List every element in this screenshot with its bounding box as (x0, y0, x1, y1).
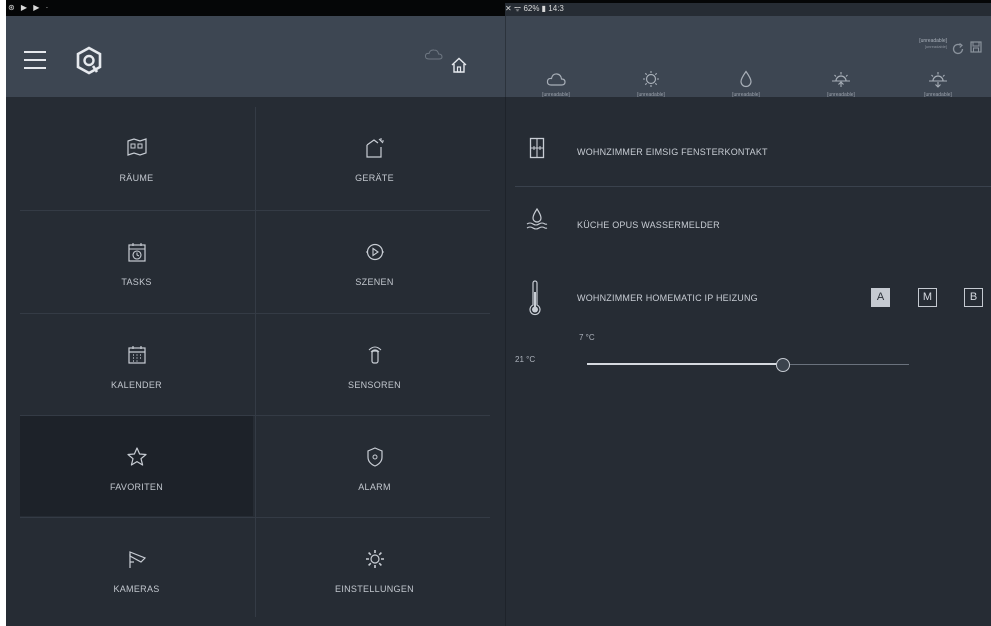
status-bar: ⊛ ▶ ▶ · ✕ ᯤ 62% ▮ 14:3 (6, 0, 991, 532)
sunrise-icon (832, 72, 850, 87)
scenes-icon (365, 243, 384, 261)
tile-label: KALENDER (111, 380, 162, 390)
tile-label: EINSTELLUNGEN (335, 584, 414, 594)
current-temperature: 7 °C (579, 333, 595, 342)
weather-sunrise: [unreadable] (811, 70, 871, 98)
app-logo-icon (76, 46, 102, 75)
temperature-slider[interactable] (587, 358, 909, 372)
tile-einstellungen[interactable]: EINSTELLUNGEN (258, 518, 491, 618)
tile-sensoren[interactable]: SENSOREN (258, 314, 491, 414)
tile-kameras[interactable]: KAMERAS (20, 518, 253, 618)
sun-icon (643, 71, 659, 87)
refresh-icon[interactable] (951, 42, 965, 56)
thermometer-icon (529, 280, 541, 316)
menu-bar-icon (24, 59, 46, 61)
tile-szenen[interactable]: SZENEN (258, 211, 491, 311)
camera-icon (128, 551, 146, 568)
devices-icon (365, 138, 384, 158)
calendar-icon (127, 346, 146, 364)
mode-boost-button[interactable]: B (964, 288, 983, 307)
tile-alarm[interactable]: ALARM (258, 416, 491, 516)
main-menu-grid: RÄUME GERÄTE TASKS SZENEN KALENDER SENSO… (6, 97, 505, 626)
tile-label: GERÄTE (355, 173, 394, 183)
device-row-heating: WOHNZIMMER HOMEMATIC IP HEIZUNG A M B 7 … (515, 97, 991, 417)
home-icon[interactable] (450, 56, 468, 74)
rooms-icon (126, 138, 147, 156)
slider-thumb[interactable] (776, 358, 791, 372)
tile-label: RÄUME (119, 173, 154, 183)
tile-raeume[interactable]: RÄUME (20, 107, 253, 207)
menu-bar-icon (24, 67, 46, 69)
tile-geraete[interactable]: GERÄTE (258, 107, 491, 207)
hamburger-menu-button[interactable] (24, 51, 46, 69)
favorites-device-list: WOHNZIMMER EIMSIG FENSTERKONTAKT KÜCHE O… (505, 97, 991, 626)
cloud-sync-icon (424, 49, 443, 60)
sunset-icon (929, 72, 947, 88)
tile-label: KAMERAS (113, 584, 160, 594)
app-header: [unreadable] [unreadable] [unreadable] [… (6, 16, 991, 98)
device-title: WOHNZIMMER HOMEMATIC IP HEIZUNG (577, 293, 758, 303)
status-icons-left: ⊛ ▶ ▶ · (8, 3, 51, 12)
menu-bar-icon (24, 51, 46, 53)
weather-humidity: [unreadable] (716, 70, 776, 98)
tile-label: ALARM (358, 482, 391, 492)
save-icon[interactable] (969, 40, 983, 54)
mode-auto-button[interactable]: A (871, 288, 890, 307)
tile-label: SENSOREN (348, 380, 401, 390)
tile-favoriten[interactable]: FAVORITEN (20, 416, 253, 516)
grid-divider (255, 107, 256, 617)
target-temperature: 21 °C (515, 355, 536, 364)
slider-fill (587, 363, 784, 365)
mode-manual-button[interactable]: M (918, 288, 937, 307)
panel-divider (505, 97, 506, 626)
tile-label: FAVORITEN (109, 482, 164, 492)
weather-location: [unreadable] [unreadable] (919, 38, 947, 50)
weather-source-text: [unreadable] (924, 44, 947, 49)
weather-wind: [unreadable] (621, 70, 681, 98)
gear-icon (365, 550, 384, 568)
tile-kalender[interactable]: KALENDER (20, 314, 253, 414)
tile-label: SZENEN (355, 277, 394, 287)
weather-temperature: [unreadable] (526, 70, 586, 98)
tile-tasks[interactable]: TASKS (20, 211, 253, 311)
star-icon (126, 447, 147, 466)
app-window: ⊛ ▶ ▶ · ✕ ᯤ 62% ▮ 14:3 [unreadable] [unr… (6, 0, 991, 626)
shield-icon (366, 447, 383, 467)
tile-label: TASKS (121, 277, 152, 287)
sensors-icon (368, 346, 381, 364)
drop-icon (740, 70, 752, 88)
tasks-icon (127, 243, 146, 262)
weather-sunset: [unreadable] (908, 70, 968, 98)
header-divider (505, 16, 506, 97)
cloud-icon (546, 73, 566, 86)
